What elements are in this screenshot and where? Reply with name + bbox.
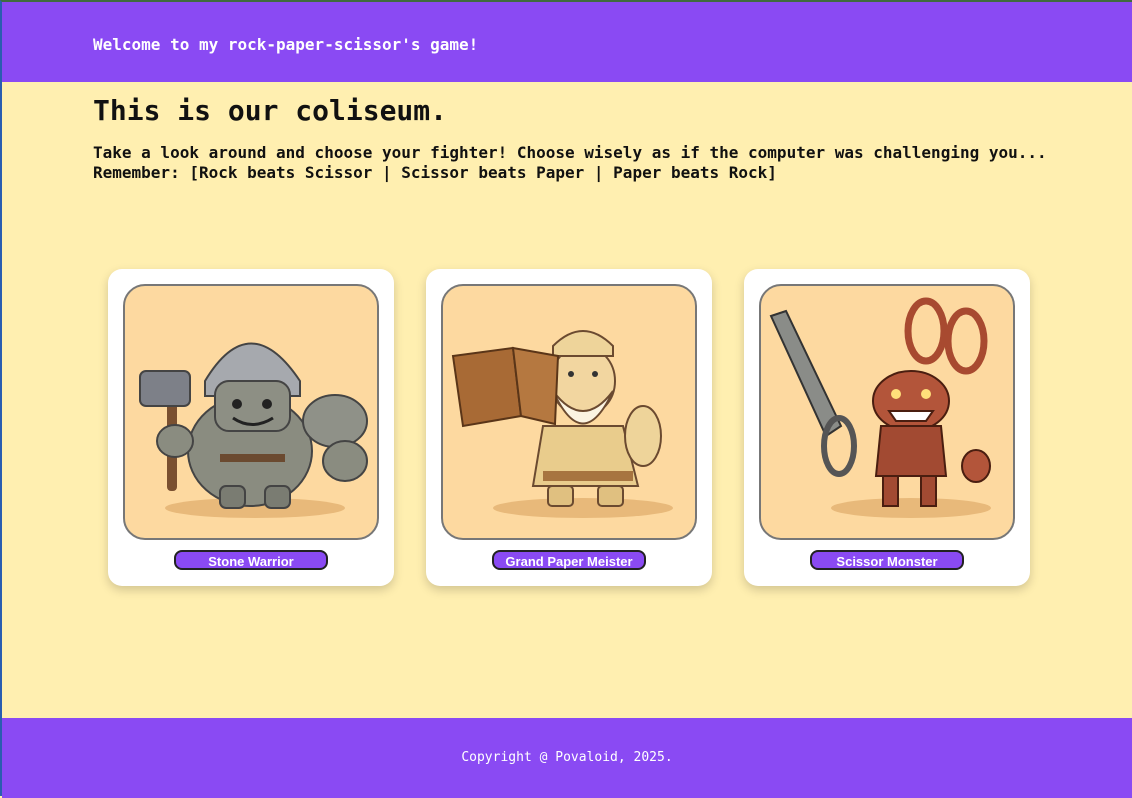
stone-warrior-icon: [139, 342, 368, 518]
site-footer: Copyright @ Povaloid, 2025.: [2, 718, 1132, 798]
select-grand-paper-meister-button[interactable]: Grand Paper Meister: [492, 550, 646, 570]
fighter-card-rock[interactable]: Stone Warrior: [108, 269, 394, 586]
intro-section: This is our coliseum. Take a look around…: [93, 94, 1047, 183]
rules-line: Remember: [Rock beats Scissor | Scissor …: [93, 163, 777, 182]
copyright-text: Copyright @ Povaloid, 2025.: [461, 750, 673, 765]
stone-warrior-image[interactable]: [123, 284, 379, 540]
site-header: Welcome to my rock-paper-scissor's game!: [2, 2, 1132, 82]
grand-paper-meister-image[interactable]: [441, 284, 697, 540]
select-scissor-monster-button[interactable]: Scissor Monster: [810, 550, 964, 570]
intro-line-1: Take a look around and choose your fight…: [93, 143, 1047, 162]
fighter-card-scissor[interactable]: Scissor Monster: [744, 269, 1030, 586]
select-stone-warrior-button[interactable]: Stone Warrior: [174, 550, 328, 570]
welcome-text: Welcome to my rock-paper-scissor's game!: [93, 35, 479, 54]
fighter-cards: Stone Warrior Grand Paper Meister Scisso…: [108, 269, 1030, 586]
page-title: This is our coliseum.: [93, 94, 448, 127]
paper-meister-icon: [451, 330, 673, 518]
scissor-monster-icon: [769, 297, 991, 518]
fighter-card-paper[interactable]: Grand Paper Meister: [426, 269, 712, 586]
scissor-monster-image[interactable]: [759, 284, 1015, 540]
